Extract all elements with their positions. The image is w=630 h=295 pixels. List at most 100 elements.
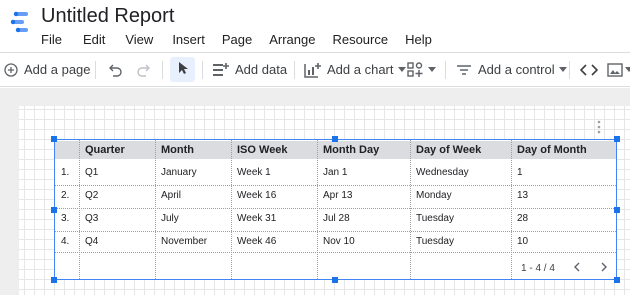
community-viz-icon: [407, 61, 425, 78]
column-header-day-of-month[interactable]: Day of Month: [517, 141, 587, 159]
add-chart-button[interactable]: Add a chart: [304, 53, 406, 86]
code-embed-icon: [580, 63, 598, 77]
table-cell: Q2: [85, 189, 99, 201]
table-chart[interactable]: Quarter Month ISO Week Month Day Day of …: [54, 139, 617, 280]
table-cell: Week 1: [237, 166, 271, 178]
embed-code-button[interactable]: [580, 53, 598, 86]
column-header-month[interactable]: Month: [161, 141, 194, 159]
add-chart-label: Add a chart: [327, 62, 394, 77]
menu-arrange[interactable]: Arrange: [269, 32, 315, 47]
table-cell: Week 16: [237, 189, 277, 201]
toolbar-divider: [445, 61, 446, 79]
table-cell: Nov 10: [323, 235, 355, 247]
row-divider: [55, 185, 616, 186]
table-cell: Tuesday: [416, 235, 454, 247]
toolbar: Add a page Add data Add a chart Add a co…: [0, 52, 630, 87]
add-page-icon: [4, 62, 18, 77]
table-cell: 1: [517, 166, 523, 178]
table-cell: 10: [517, 235, 529, 247]
image-icon: [607, 62, 623, 77]
select-tool-button[interactable]: [170, 57, 195, 82]
undo-button[interactable]: [108, 53, 124, 86]
redo-button[interactable]: [135, 53, 151, 86]
previous-page-button[interactable]: [569, 261, 583, 275]
chevron-down-icon: [558, 67, 567, 72]
column-divider: [155, 140, 156, 279]
resize-handle[interactable]: [51, 277, 57, 283]
table-cell: Q3: [85, 213, 99, 224]
select-cursor-icon: [177, 61, 189, 78]
resize-handle[interactable]: [51, 207, 57, 213]
column-header-day-of-week[interactable]: Day of Week: [416, 141, 481, 159]
chevron-down-icon: [428, 67, 436, 72]
add-control-button[interactable]: Add a control: [456, 53, 567, 86]
add-data-button[interactable]: Add data: [212, 53, 287, 86]
table-cell: Week 31: [237, 213, 277, 224]
menu-view[interactable]: View: [125, 32, 153, 47]
chevron-left-icon: [573, 259, 580, 277]
column-divider: [231, 140, 232, 279]
table-header-row: Quarter Month ISO Week Month Day Day of …: [55, 141, 616, 159]
more-vert-icon[interactable]: [596, 120, 602, 134]
resize-handle[interactable]: [614, 277, 620, 283]
pagination-label: 1 - 4 / 4: [521, 263, 555, 274]
resize-handle[interactable]: [332, 136, 338, 142]
column-divider: [317, 140, 318, 279]
add-page-button[interactable]: Add a page: [4, 53, 91, 86]
redo-icon: [135, 63, 151, 77]
title-bar: Untitled Report File Edit View Insert Pa…: [0, 0, 630, 52]
table-row: 3. Q3 July Week 31 Jul 28 Tuesday 28: [55, 207, 616, 230]
menu-page[interactable]: Page: [222, 32, 252, 47]
table-cell: July: [161, 213, 179, 224]
menu-resource[interactable]: Resource: [332, 32, 388, 47]
table-cell: Q1: [85, 166, 99, 178]
toolbar-divider: [569, 61, 570, 79]
add-page-label: Add a page: [24, 62, 91, 77]
row-number: 1.: [61, 166, 70, 178]
resize-handle[interactable]: [332, 277, 338, 283]
table-cell: Monday: [416, 189, 452, 201]
table-cell: November: [161, 235, 208, 247]
row-number: 4.: [61, 235, 70, 247]
menu-help[interactable]: Help: [405, 32, 432, 47]
menu-edit[interactable]: Edit: [83, 32, 105, 47]
table-cell: Tuesday: [416, 213, 454, 224]
table-cell: Jan 1: [323, 166, 348, 178]
menu-bar: File Edit View Insert Page Arrange Resou…: [41, 32, 432, 47]
menu-insert[interactable]: Insert: [172, 32, 205, 47]
table-cell: 13: [517, 189, 529, 201]
next-page-button[interactable]: [597, 261, 611, 275]
image-button[interactable]: [607, 53, 630, 86]
resize-handle[interactable]: [614, 207, 620, 213]
toolbar-divider: [294, 61, 295, 79]
add-data-icon: [212, 62, 230, 78]
data-studio-logo-icon[interactable]: [8, 10, 32, 34]
row-divider: [55, 252, 616, 253]
column-divider: [79, 140, 80, 279]
resize-handle[interactable]: [614, 136, 620, 142]
column-header-month-day[interactable]: Month Day: [323, 141, 379, 159]
row-divider: [55, 231, 616, 232]
table-cell: Wednesday: [416, 166, 469, 178]
column-divider: [410, 140, 411, 279]
table-row: 2. Q2 April Week 16 Apr 13 Monday 13: [55, 183, 616, 207]
table-cell: Apr 13: [323, 189, 353, 201]
table-cell: Week 46: [237, 235, 277, 247]
menu-file[interactable]: File: [41, 32, 62, 47]
chevron-right-icon: [601, 259, 608, 277]
column-divider: [511, 140, 512, 279]
community-viz-button[interactable]: [407, 53, 436, 86]
add-chart-icon: [304, 62, 322, 78]
column-header-quarter[interactable]: Quarter: [85, 141, 125, 159]
toolbar-divider: [95, 61, 96, 79]
report-title[interactable]: Untitled Report: [41, 5, 174, 28]
table-cell: Jul 28: [323, 213, 350, 224]
undo-icon: [108, 63, 124, 77]
column-header-iso-week[interactable]: ISO Week: [237, 141, 288, 159]
add-control-icon: [456, 63, 472, 77]
row-divider: [55, 208, 616, 209]
toolbar-divider: [162, 61, 163, 79]
add-data-label: Add data: [235, 62, 288, 77]
row-number: 3.: [61, 213, 70, 224]
resize-handle[interactable]: [51, 136, 57, 142]
